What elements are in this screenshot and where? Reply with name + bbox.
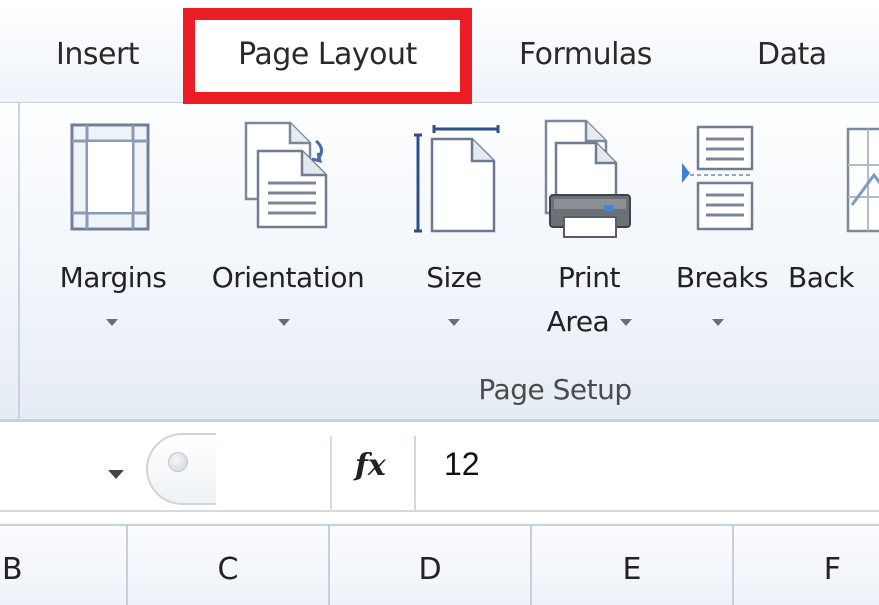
breaks-button[interactable]: Breaks bbox=[664, 103, 780, 373]
print-area-dropdown-arrow bbox=[620, 319, 632, 326]
page-setup-group-label: Page Setup bbox=[478, 373, 632, 406]
formula-input[interactable]: 12 bbox=[444, 446, 480, 483]
orientation-icon bbox=[244, 121, 328, 229]
breaks-icon bbox=[682, 125, 754, 231]
fx-icon: fx bbox=[355, 448, 386, 483]
orientation-label: Orientation bbox=[211, 261, 365, 294]
breaks-label: Breaks bbox=[675, 261, 769, 294]
column-header-b[interactable]: B bbox=[0, 524, 128, 605]
margins-dropdown-arrow bbox=[106, 319, 118, 326]
orientation-button[interactable]: Orientation bbox=[190, 103, 390, 373]
size-icon bbox=[414, 125, 500, 233]
ribbon-panel: Margins Orientation Size Print Area Brea… bbox=[0, 102, 879, 423]
column-header-e[interactable]: E bbox=[532, 524, 734, 605]
print-area-label-line2: Area bbox=[546, 305, 610, 338]
background-icon bbox=[846, 127, 879, 233]
column-header-d[interactable]: D bbox=[330, 524, 532, 605]
background-button[interactable]: Back bbox=[788, 103, 879, 373]
size-button[interactable]: Size bbox=[404, 103, 504, 373]
margins-label: Margins bbox=[59, 261, 167, 294]
print-area-button[interactable]: Print Area bbox=[524, 103, 654, 373]
breaks-dropdown-arrow bbox=[712, 319, 724, 326]
size-label: Size bbox=[426, 261, 482, 294]
tab-formulas[interactable]: Formulas bbox=[519, 0, 652, 102]
size-dropdown-arrow bbox=[448, 319, 460, 326]
orientation-dropdown-arrow bbox=[278, 319, 290, 326]
expand-dot-icon bbox=[168, 452, 188, 472]
print-area-label-line1: Print bbox=[558, 261, 620, 294]
tab-insert[interactable]: Insert bbox=[56, 0, 140, 102]
name-box-dropdown-arrow[interactable] bbox=[108, 470, 124, 479]
margins-button[interactable]: Margins bbox=[36, 103, 186, 373]
background-label: Back bbox=[788, 261, 854, 294]
margins-icon bbox=[70, 123, 150, 231]
column-header-f[interactable]: F bbox=[734, 524, 879, 605]
tab-data[interactable]: Data bbox=[757, 0, 827, 102]
formula-bar bbox=[0, 422, 879, 512]
print-area-icon bbox=[544, 119, 631, 238]
column-header-c[interactable]: C bbox=[128, 524, 330, 605]
